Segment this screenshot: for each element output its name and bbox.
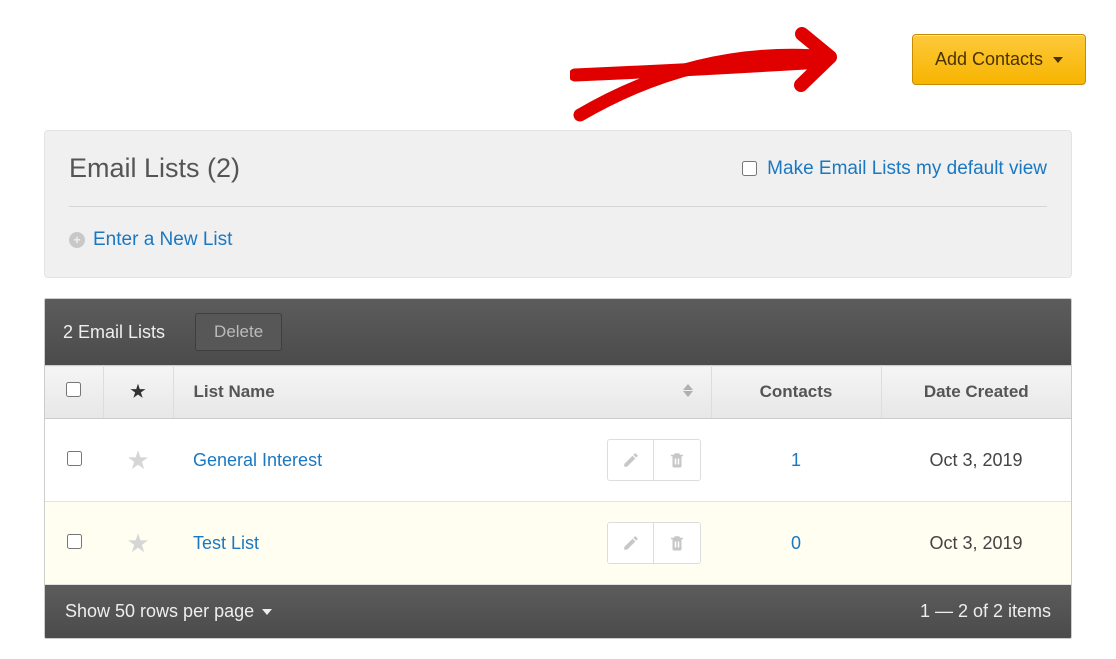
delete-row-button[interactable]	[654, 440, 700, 480]
pagination-label: 1 — 2 of 2 items	[920, 601, 1051, 622]
star-icon[interactable]: ★	[126, 445, 149, 475]
default-view-checkbox[interactable]	[742, 161, 757, 176]
enter-new-list-label: Enter a New List	[93, 229, 232, 251]
caret-down-icon	[1053, 57, 1063, 63]
edit-button[interactable]	[608, 523, 654, 563]
select-all-checkbox[interactable]	[66, 382, 81, 397]
header-list-name[interactable]: List Name	[173, 366, 711, 419]
list-name-link[interactable]: General Interest	[193, 450, 322, 471]
email-lists-panel: Email Lists (2) Make Email Lists my defa…	[44, 130, 1072, 278]
caret-down-icon	[262, 609, 272, 615]
edit-button[interactable]	[608, 440, 654, 480]
table-row: ★ Test List 0	[45, 502, 1071, 585]
contacts-link[interactable]: 0	[791, 533, 801, 553]
sort-icon	[683, 384, 693, 397]
date-created: Oct 3, 2019	[881, 419, 1071, 502]
row-checkbox[interactable]	[67, 451, 82, 466]
row-checkbox[interactable]	[67, 534, 82, 549]
toolbar-count: 2 Email Lists	[63, 322, 165, 343]
header-checkbox-cell	[45, 366, 103, 419]
star-icon[interactable]: ★	[126, 528, 149, 558]
default-view-link[interactable]: Make Email Lists my default view	[767, 158, 1047, 180]
pencil-icon	[622, 451, 640, 469]
delete-row-button[interactable]	[654, 523, 700, 563]
list-name-link[interactable]: Test List	[193, 533, 259, 554]
pencil-icon	[622, 534, 640, 552]
trash-icon	[668, 451, 686, 469]
delete-button[interactable]: Delete	[195, 313, 282, 351]
add-contacts-label: Add Contacts	[935, 49, 1043, 70]
panel-title: Email Lists (2)	[69, 153, 240, 184]
trash-icon	[668, 534, 686, 552]
email-lists-table: 2 Email Lists Delete ★ List Name Contact…	[44, 298, 1072, 639]
plus-circle-icon: +	[69, 232, 85, 248]
add-contacts-button[interactable]: Add Contacts	[912, 34, 1086, 85]
star-icon: ★	[130, 382, 145, 401]
header-star-cell: ★	[103, 366, 173, 419]
table-row: ★ General Interest 1	[45, 419, 1071, 502]
header-contacts[interactable]: Contacts	[711, 366, 881, 419]
date-created: Oct 3, 2019	[881, 502, 1071, 585]
contacts-link[interactable]: 1	[791, 450, 801, 470]
header-date-created[interactable]: Date Created	[881, 366, 1071, 419]
enter-new-list-button[interactable]: + Enter a New List	[69, 229, 1047, 251]
rows-per-page-label: Show 50 rows per page	[65, 601, 254, 622]
rows-per-page-select[interactable]: Show 50 rows per page	[65, 601, 272, 622]
annotation-arrow	[570, 20, 870, 140]
